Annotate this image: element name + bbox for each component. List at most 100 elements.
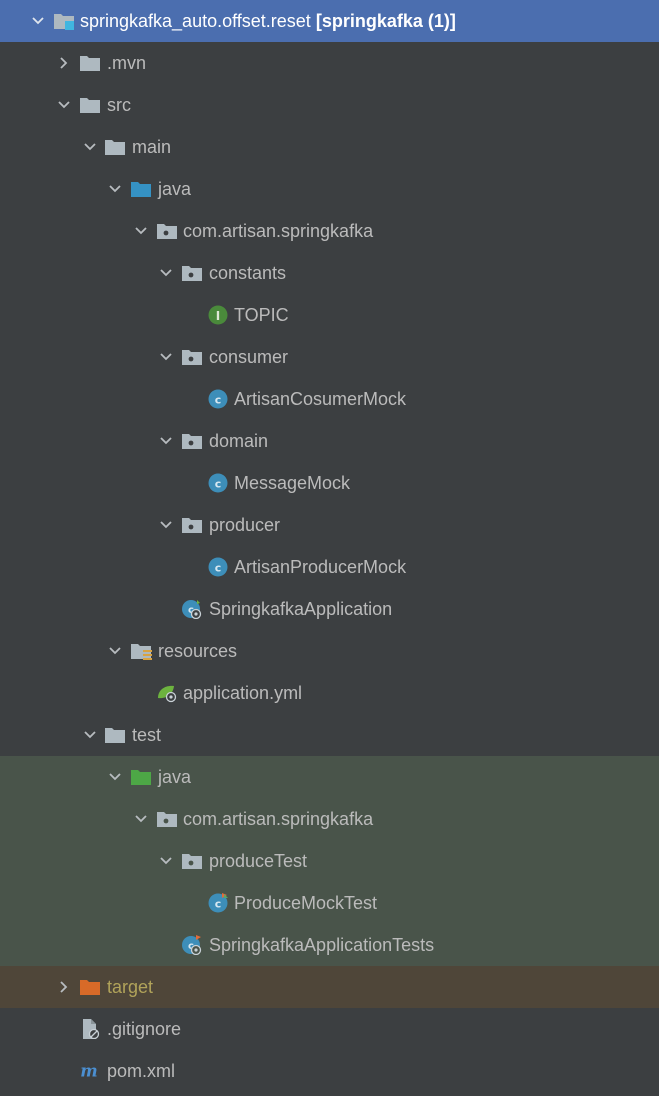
chevron-down-icon[interactable] <box>157 348 175 366</box>
folder-icon <box>105 140 125 155</box>
package-icon <box>157 224 177 239</box>
tree-node-message-mock[interactable]: c MessageMock <box>0 462 659 504</box>
svg-text:m: m <box>80 1062 97 1081</box>
tree-node-root-module[interactable]: springkafka_auto.offset.reset [springkaf… <box>0 0 659 42</box>
tree-node-artisan-producer-mock[interactable]: c ArtisanProducerMock <box>0 546 659 588</box>
tree-node-label: SpringkafkaApplicationTests <box>209 935 435 955</box>
tree-node-label: .gitignore <box>107 1019 182 1039</box>
tree-node-label: domain <box>209 431 269 451</box>
tree-node-pom[interactable]: m pom.xml <box>0 1050 659 1092</box>
spring-boot-class-icon: c <box>182 600 202 619</box>
tree-node-main[interactable]: main <box>0 126 659 168</box>
chevron-down-icon[interactable] <box>106 642 124 660</box>
package-icon <box>157 812 177 827</box>
tree-node-label: MessageMock <box>234 473 351 493</box>
tree-node-test-package[interactable]: com.artisan.springkafka <box>0 798 659 840</box>
package-icon <box>182 434 202 449</box>
tree-node-label: .mvn <box>107 53 147 73</box>
class-icon: c <box>208 557 228 577</box>
svg-text:c: c <box>215 394 222 407</box>
tree-node-label: com.artisan.springkafka <box>183 809 374 829</box>
tree-node-label: com.artisan.springkafka <box>183 221 374 241</box>
tree-node-label: application.yml <box>183 683 303 703</box>
tree-node-main-package[interactable]: com.artisan.springkafka <box>0 210 659 252</box>
package-icon <box>182 350 202 365</box>
chevron-down-icon[interactable] <box>132 810 150 828</box>
chevron-down-icon[interactable] <box>132 222 150 240</box>
chevron-down-icon[interactable] <box>55 96 73 114</box>
test-root-folder-icon <box>131 770 151 785</box>
source-root-folder-icon <box>131 182 151 197</box>
tree-node-label: consumer <box>209 347 289 367</box>
tree-node-label: springkafka_auto.offset.reset [springkaf… <box>80 11 456 31</box>
tree-node-main-java[interactable]: java <box>0 168 659 210</box>
tree-node-test[interactable]: test <box>0 714 659 756</box>
package-icon <box>182 518 202 533</box>
class-icon: c <box>208 389 228 409</box>
tree-node-src[interactable]: src <box>0 84 659 126</box>
chevron-right-icon[interactable] <box>55 978 73 996</box>
module-folder-icon <box>54 14 74 30</box>
chevron-down-icon[interactable] <box>81 726 99 744</box>
tree-node-label: ProduceMockTest <box>234 893 378 913</box>
tree-node-artisan-consumer-mock[interactable]: c ArtisanCosumerMock <box>0 378 659 420</box>
tree-node-domain[interactable]: domain <box>0 420 659 462</box>
tree-node-label: test <box>132 725 162 745</box>
excluded-folder-icon <box>80 980 100 995</box>
tree-node-produce-mock-test[interactable]: c ProduceMockTest <box>0 882 659 924</box>
tree-node-label: ArtisanProducerMock <box>234 557 407 577</box>
spring-config-icon <box>158 685 177 703</box>
chevron-down-icon[interactable] <box>157 852 175 870</box>
resources-folder-icon <box>131 644 152 660</box>
chevron-down-icon[interactable] <box>106 180 124 198</box>
svg-text:c: c <box>215 562 222 575</box>
tree-node-springkafka-application-tests[interactable]: c SpringkafkaApplicationTests <box>0 924 659 966</box>
tree-node-topic[interactable]: I TOPIC <box>0 294 659 336</box>
folder-icon <box>105 728 125 743</box>
svg-text:I: I <box>216 309 220 323</box>
folder-icon <box>80 98 100 113</box>
tree-node-target[interactable]: target <box>0 966 659 1008</box>
tree-node-consumer[interactable]: consumer <box>0 336 659 378</box>
chevron-down-icon[interactable] <box>157 516 175 534</box>
svg-text:c: c <box>215 898 222 911</box>
maven-icon: m <box>80 1062 97 1081</box>
tree-node-label: producer <box>209 515 281 535</box>
tree-node-label: java <box>158 179 192 199</box>
package-icon <box>182 854 202 869</box>
package-icon <box>182 266 202 281</box>
chevron-down-icon[interactable] <box>157 432 175 450</box>
tree-node-label: SpringkafkaApplication <box>209 599 393 619</box>
tree-node-label: main <box>132 137 172 157</box>
chevron-down-icon[interactable] <box>157 264 175 282</box>
tree-node-test-java[interactable]: java <box>0 756 659 798</box>
tree-node-application-yml[interactable]: application.yml <box>0 672 659 714</box>
chevron-down-icon[interactable] <box>106 768 124 786</box>
tree-node-resources[interactable]: resources <box>0 630 659 672</box>
chevron-down-icon[interactable] <box>29 12 47 30</box>
tree-node-label: TOPIC <box>234 305 289 325</box>
svg-text:c: c <box>215 478 222 491</box>
tree-node-label: produceTest <box>209 851 308 871</box>
chevron-right-icon[interactable] <box>55 54 73 72</box>
folder-icon <box>80 56 100 71</box>
test-class-icon: c <box>208 893 228 913</box>
tree-node-produce-test[interactable]: produceTest <box>0 840 659 882</box>
tree-node-label: target <box>107 977 154 997</box>
tree-node-label: constants <box>209 263 287 283</box>
tree-node-constants[interactable]: constants <box>0 252 659 294</box>
interface-icon: I <box>208 305 228 325</box>
ignore-file-icon <box>83 1019 100 1039</box>
tree-node-label: resources <box>158 641 238 661</box>
tree-node-gitignore[interactable]: .gitignore <box>0 1008 659 1050</box>
tree-node-label: ArtisanCosumerMock <box>234 389 407 409</box>
spring-boot-test-class-icon: c <box>182 935 202 955</box>
tree-node-label: java <box>158 767 192 787</box>
tree-node-label: src <box>107 95 131 115</box>
tree-node-producer[interactable]: producer <box>0 504 659 546</box>
tree-node-springkafka-application[interactable]: c SpringkafkaApplication <box>0 588 659 630</box>
project-tree: springkafka_auto.offset.reset [springkaf… <box>0 0 659 1092</box>
tree-node-label: pom.xml <box>107 1061 176 1081</box>
tree-node-mvn[interactable]: .mvn <box>0 42 659 84</box>
chevron-down-icon[interactable] <box>81 138 99 156</box>
